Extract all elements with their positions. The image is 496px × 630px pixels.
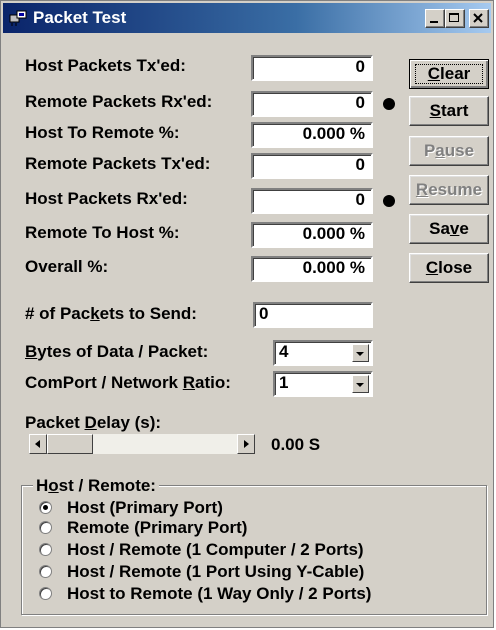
save-button[interactable]: Save (409, 214, 489, 244)
packet-delay-value: 0.00 S (271, 435, 321, 454)
close-icon (473, 13, 483, 23)
label-part: ets to Send: (99, 304, 197, 323)
stat-value-field: 0 (251, 153, 373, 179)
label-accelerator: S (429, 101, 441, 120)
mode-option[interactable]: Host / Remote (1 Computer / 2 Ports) (39, 540, 479, 560)
label-part: H (36, 476, 49, 495)
label-accelerator: R (415, 180, 429, 199)
scroll-right-button[interactable] (237, 434, 255, 454)
packet-delay-slider[interactable] (29, 434, 255, 454)
select-value: 4 (279, 342, 289, 361)
dropdown-button[interactable] (352, 344, 369, 362)
stat-label: Overall %: (25, 257, 109, 276)
label-part: tart (440, 101, 469, 120)
bytes-per-packet-select[interactable]: 4 (273, 340, 373, 366)
label-part: Packet (25, 413, 85, 432)
mode-option-label: Host / Remote (1 Port Using Y-Cable) (67, 562, 365, 581)
minimize-icon (430, 21, 438, 23)
chevron-down-icon (356, 383, 364, 387)
window-title: Packet Test (33, 8, 127, 27)
mode-option[interactable]: Host to Remote (1 Way Only / 2 Ports) (39, 584, 479, 604)
stat-label: Host Packets Tx'ed: (25, 56, 186, 75)
packets-to-send-input[interactable]: 0 (253, 302, 373, 328)
stat-value-field: 0 (251, 188, 373, 214)
stat-label: Host To Remote %: (25, 123, 180, 142)
stat-label: Host Packets Rx'ed: (25, 189, 188, 208)
label-part: elay (s): (96, 413, 162, 432)
slider-thumb[interactable] (47, 434, 93, 454)
label-part: ytes of Data / Packet: (37, 342, 209, 361)
label-accelerator: v (449, 219, 460, 238)
mode-option-label: Host to Remote (1 Way Only / 2 Ports) (67, 584, 372, 603)
mode-option-label: Host / Remote (1 Computer / 2 Ports) (67, 540, 364, 559)
focus-rect (415, 64, 483, 84)
title-bar[interactable]: Packet Test (3, 3, 491, 33)
label-part: # of Pac (25, 304, 91, 323)
label-accelerator: D (84, 413, 97, 432)
label-accelerator: o (48, 476, 59, 495)
mode-option[interactable]: Host (Primary Port) (39, 498, 479, 518)
radio-unselected-icon[interactable] (39, 565, 52, 578)
bytes-per-packet-label: Bytes of Data / Packet: (25, 342, 208, 362)
select-value: 1 (279, 373, 289, 392)
activity-indicator (383, 195, 395, 207)
scroll-left-button[interactable] (29, 434, 47, 454)
minimize-button[interactable] (425, 9, 445, 28)
mode-option-label: Remote (Primary Port) (67, 518, 248, 537)
label-part: P (423, 141, 436, 160)
host-remote-group-title: Host / Remote: (33, 476, 159, 496)
stat-value-field: 0 (251, 55, 373, 81)
app-icon (9, 9, 29, 27)
pause-button[interactable]: Pause (409, 136, 489, 166)
maximize-button[interactable] (445, 9, 465, 28)
label-accelerator: a (435, 141, 445, 160)
mode-option-label: Host (Primary Port) (67, 498, 223, 517)
radio-selected-icon[interactable] (39, 501, 52, 514)
label-part: Sa (429, 219, 450, 238)
label-part: use (444, 141, 475, 160)
radio-unselected-icon[interactable] (39, 521, 52, 534)
activity-indicator (383, 98, 395, 110)
label-part: st / Remote: (58, 476, 156, 495)
stat-value-field: 0.000 % (251, 122, 373, 148)
packet-test-window: Packet Test Host Packets Tx'ed: 0 Remote P… (0, 0, 494, 628)
comport-ratio-label: ComPort / Network Ratio: (25, 373, 231, 393)
stat-label: Remote Packets Rx'ed: (25, 92, 213, 111)
packets-to-send-label: # of Packets to Send: (25, 304, 197, 324)
radio-dot (43, 505, 48, 510)
close-button[interactable]: Close (409, 253, 489, 283)
label-part: lose (438, 258, 473, 277)
label-accelerator: C (425, 258, 439, 277)
label-accelerator: B (25, 342, 38, 361)
mode-option[interactable]: Host / Remote (1 Port Using Y-Cable) (39, 562, 479, 582)
close-window-button[interactable] (469, 9, 489, 28)
radio-unselected-icon[interactable] (39, 543, 52, 556)
chevron-down-icon (356, 352, 364, 356)
maximize-icon (449, 13, 459, 22)
label-part: atio: (195, 373, 231, 392)
stat-value-field: 0 (251, 91, 373, 117)
comport-ratio-select[interactable]: 1 (273, 371, 373, 397)
arrow-left-icon (35, 440, 40, 448)
label-part: ComPort / Network (25, 373, 183, 392)
stat-label: Remote Packets Tx'ed: (25, 154, 211, 173)
stat-label: Remote To Host %: (25, 223, 180, 242)
packet-delay-label: Packet Delay (s): (25, 413, 161, 433)
label-part: e (459, 219, 469, 238)
dropdown-button[interactable] (352, 375, 369, 393)
radio-unselected-icon[interactable] (39, 587, 52, 600)
mode-option[interactable]: Remote (Primary Port) (39, 518, 479, 538)
clear-button[interactable]: Clear (409, 59, 489, 89)
resume-button[interactable]: Resume (409, 175, 489, 205)
label-part: esume (428, 180, 483, 199)
label-accelerator: R (182, 373, 196, 392)
label-accelerator: k (90, 304, 100, 323)
stat-value-field: 0.000 % (251, 256, 373, 282)
arrow-right-icon (244, 440, 249, 448)
start-button[interactable]: Start (409, 96, 489, 126)
stat-value-field: 0.000 % (251, 222, 373, 248)
